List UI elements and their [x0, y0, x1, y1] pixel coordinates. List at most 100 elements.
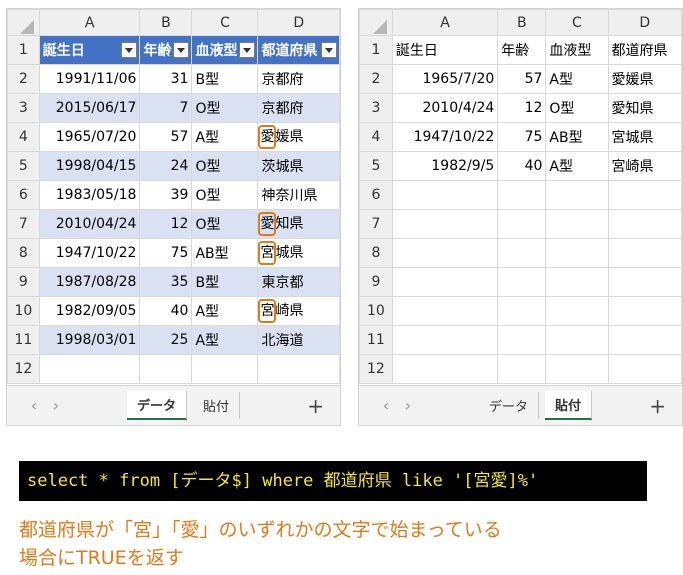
empty-cell[interactable]: [607, 325, 682, 355]
cell-blood[interactable]: A型: [191, 325, 259, 355]
select-all-corner[interactable]: [7, 9, 40, 36]
empty-cell[interactable]: [257, 354, 340, 384]
cell-birthday[interactable]: 1947/10/22: [38, 238, 141, 268]
empty-cell[interactable]: [497, 267, 547, 297]
empty-cell[interactable]: [497, 296, 547, 326]
table-header-age[interactable]: 年齢: [139, 35, 193, 65]
column-header-d[interactable]: D: [257, 9, 340, 36]
empty-cell[interactable]: [391, 267, 499, 297]
column-header-a[interactable]: A: [391, 9, 499, 36]
cell-prefecture[interactable]: 愛知県: [607, 93, 682, 123]
cell-birthday[interactable]: 1998/03/01: [38, 325, 141, 355]
row-header[interactable]: 6: [359, 180, 393, 210]
row-header[interactable]: 7: [7, 209, 40, 239]
cell-prefecture[interactable]: 愛媛県: [607, 64, 682, 94]
empty-cell[interactable]: [607, 354, 682, 384]
tab-scroll-left-icon[interactable]: ‹: [23, 396, 45, 415]
empty-cell[interactable]: [607, 180, 682, 210]
row-header[interactable]: 5: [359, 151, 393, 181]
cell-blood[interactable]: O型: [191, 93, 259, 123]
add-sheet-icon[interactable]: +: [649, 394, 666, 418]
cell-birthday[interactable]: 2010/4/24: [391, 93, 499, 123]
empty-cell[interactable]: [545, 354, 609, 384]
cell-blood[interactable]: A型: [545, 151, 609, 181]
empty-cell[interactable]: [391, 238, 499, 268]
cell-age[interactable]: 40: [139, 296, 193, 326]
cell-prefecture[interactable]: 京都府: [257, 93, 340, 123]
cell-blood[interactable]: B型: [191, 64, 259, 94]
empty-cell[interactable]: [139, 354, 193, 384]
empty-cell[interactable]: [391, 354, 499, 384]
row-header[interactable]: 8: [7, 238, 40, 268]
empty-cell[interactable]: [607, 296, 682, 326]
empty-cell[interactable]: [545, 325, 609, 355]
row-header[interactable]: 6: [7, 180, 40, 210]
empty-cell[interactable]: [607, 238, 682, 268]
cell-age[interactable]: 12: [139, 209, 193, 239]
tab-data[interactable]: データ: [127, 391, 188, 420]
cell-birthday[interactable]: 2015/06/17: [38, 93, 141, 123]
cell-birthday[interactable]: 1987/08/28: [38, 267, 141, 297]
cell-age[interactable]: 35: [139, 267, 193, 297]
filter-dropdown-icon[interactable]: [173, 42, 190, 58]
empty-cell[interactable]: [391, 180, 499, 210]
cell-age[interactable]: 25: [139, 325, 193, 355]
empty-cell[interactable]: [497, 180, 547, 210]
cell-birthday[interactable]: 1947/10/22: [391, 122, 499, 152]
tab-data[interactable]: データ: [479, 392, 540, 419]
cell-header-prefecture[interactable]: 都道府県: [607, 35, 682, 65]
cell-prefecture[interactable]: 北海道: [257, 325, 340, 355]
row-header[interactable]: 2: [7, 64, 40, 94]
empty-cell[interactable]: [545, 180, 609, 210]
cell-age[interactable]: 57: [497, 64, 547, 94]
cell-prefecture[interactable]: 宮城県: [607, 122, 682, 152]
cell-prefecture[interactable]: 東京都: [257, 267, 340, 297]
cell-blood[interactable]: AB型: [191, 238, 259, 268]
cell-birthday[interactable]: 1991/11/06: [38, 64, 141, 94]
cell-age[interactable]: 7: [139, 93, 193, 123]
row-header[interactable]: 12: [359, 354, 393, 384]
cell-prefecture[interactable]: 愛知県: [257, 209, 340, 239]
row-header[interactable]: 9: [359, 267, 393, 297]
add-sheet-icon[interactable]: +: [307, 394, 324, 418]
cell-age[interactable]: 75: [497, 122, 547, 152]
cell-prefecture[interactable]: 愛媛県: [257, 122, 340, 152]
column-header-c[interactable]: C: [545, 9, 609, 36]
tab-paste[interactable]: 貼付: [545, 391, 593, 420]
cell-birthday[interactable]: 1998/04/15: [38, 151, 141, 181]
row-header[interactable]: 3: [7, 93, 40, 123]
empty-cell[interactable]: [391, 296, 499, 326]
filter-dropdown-icon[interactable]: [321, 42, 337, 58]
empty-cell[interactable]: [545, 238, 609, 268]
empty-cell[interactable]: [391, 209, 499, 239]
row-header[interactable]: 11: [359, 325, 393, 355]
empty-cell[interactable]: [497, 209, 547, 239]
row-header[interactable]: 10: [7, 296, 40, 326]
row-header[interactable]: 10: [359, 296, 393, 326]
tab-scroll-right-icon[interactable]: ›: [397, 396, 419, 415]
row-header[interactable]: 1: [359, 35, 393, 65]
cell-birthday[interactable]: 1965/7/20: [391, 64, 499, 94]
cell-blood[interactable]: A型: [191, 296, 259, 326]
select-all-corner[interactable]: [359, 9, 393, 36]
row-header[interactable]: 12: [7, 354, 40, 384]
cell-birthday[interactable]: 1982/09/05: [38, 296, 141, 326]
cell-birthday[interactable]: 2010/04/24: [38, 209, 141, 239]
cell-prefecture[interactable]: 宮崎県: [257, 296, 340, 326]
cell-blood[interactable]: A型: [545, 64, 609, 94]
row-header[interactable]: 3: [359, 93, 393, 123]
empty-cell[interactable]: [497, 238, 547, 268]
column-header-d[interactable]: D: [607, 9, 682, 36]
filter-dropdown-icon[interactable]: [121, 42, 138, 58]
cell-prefecture[interactable]: 宮城県: [257, 238, 340, 268]
column-header-b[interactable]: B: [139, 9, 193, 36]
empty-cell[interactable]: [545, 267, 609, 297]
empty-cell[interactable]: [497, 354, 547, 384]
row-header[interactable]: 2: [359, 64, 393, 94]
cell-age[interactable]: 75: [139, 238, 193, 268]
cell-blood[interactable]: A型: [191, 122, 259, 152]
cell-birthday[interactable]: 1982/9/5: [391, 151, 499, 181]
tab-scroll-left-icon[interactable]: ‹: [375, 396, 397, 415]
table-header-blood[interactable]: 血液型: [191, 35, 259, 65]
tab-scroll-right-icon[interactable]: ›: [45, 396, 67, 415]
